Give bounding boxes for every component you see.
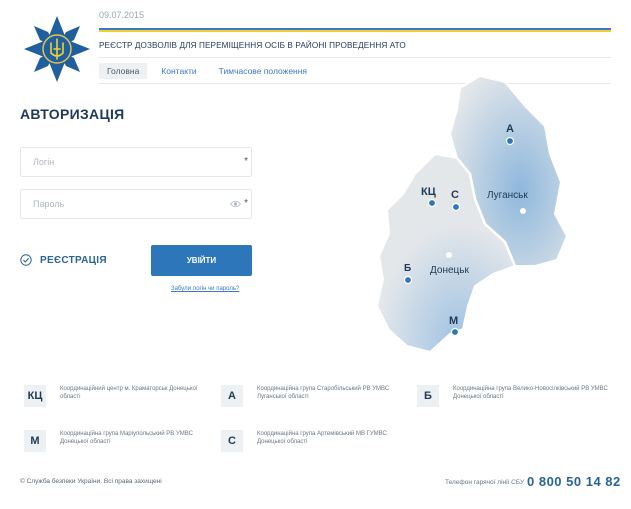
hotline-number[interactable]: 0 800 50 14 82: [527, 474, 621, 489]
map-label-a: А: [506, 123, 514, 135]
map-label-m: М: [449, 315, 458, 327]
legend-code: С: [221, 430, 243, 452]
required-mark: *: [244, 156, 248, 167]
legend-description: Координаційна група Старобільський РВ УМ…: [257, 386, 390, 400]
map-label-c: С: [451, 189, 459, 201]
copyright-text: © Служба безпеки України. Всі права захи…: [20, 478, 162, 485]
map-point-luhansk[interactable]: [520, 208, 526, 214]
password-input[interactable]: [21, 190, 251, 218]
flag-stripe: [99, 28, 611, 32]
main-nav: Головна Контакти Тимчасове положення: [99, 62, 321, 80]
auth-title: АВТОРИЗАЦІЯ: [20, 106, 125, 122]
eye-icon[interactable]: [230, 200, 241, 208]
required-mark: *: [244, 198, 248, 209]
legend-code: А: [221, 385, 243, 407]
page-title: РЕЄСТР ДОЗВОЛІВ ДЛЯ ПЕРЕМІЩЕННЯ ОСІБ В Р…: [99, 41, 406, 50]
legend-item: КЦ Координаційний центр м. Краматорськ Д…: [24, 385, 214, 407]
map-label-b: Б: [404, 263, 411, 274]
sbu-emblem-icon: [24, 16, 90, 82]
legend-item: А Координаційна група Старобільський РВ …: [221, 385, 411, 407]
nav-divider-top: [99, 57, 611, 58]
legend-code: М: [24, 430, 46, 452]
register-link[interactable]: РЕЄСТРАЦІЯ: [20, 254, 107, 266]
legend-code: КЦ: [24, 385, 46, 407]
password-field: *: [20, 189, 252, 219]
hotline-label: Телефон гарячої лінії СБУ: [445, 479, 525, 486]
legend-description: Координаційний центр м. Краматорськ Доне…: [60, 386, 198, 400]
legend-description: Координаційна група Велико-Новосілківськ…: [453, 386, 608, 400]
login-button[interactable]: УВІЙТИ: [151, 245, 252, 276]
map-label-luhansk: Луганськ: [487, 190, 528, 201]
map-point-kc[interactable]: [427, 198, 437, 208]
nav-item-home[interactable]: Головна: [99, 63, 148, 79]
map-label-kc: КЦ: [421, 186, 436, 198]
nav-item-regulations[interactable]: Тимчасове положення: [211, 63, 315, 79]
map-point-b[interactable]: [403, 275, 413, 285]
nav-item-contacts[interactable]: Контакти: [153, 63, 204, 79]
login-input[interactable]: [21, 148, 251, 176]
legend-item: Б Координаційна група Велико-Новосілківс…: [417, 385, 611, 407]
map-point-a[interactable]: [505, 136, 515, 146]
login-field: *: [20, 147, 252, 177]
legend-description: Координаційна група Артемівський МВ ГУМВ…: [257, 431, 387, 445]
legend-description: Координаційна група Маріупольський РВ УМ…: [60, 431, 193, 445]
region-map: А КЦ С Луганськ Б Донецьк М: [375, 74, 569, 354]
check-circle-icon: [20, 254, 32, 266]
map-label-donetsk: Донецьк: [430, 265, 469, 276]
forgot-password-link[interactable]: Забули логін чи пароль?: [171, 286, 239, 292]
legend-code: Б: [417, 385, 439, 407]
map-point-m[interactable]: [450, 327, 460, 337]
header-date: 09.07.2015: [99, 10, 145, 20]
legend-item: С Координаційна група Артемівський МВ ГУ…: [221, 430, 411, 452]
register-label: РЕЄСТРАЦІЯ: [40, 254, 107, 266]
map-point-c[interactable]: [451, 202, 461, 212]
map-point-donetsk[interactable]: [446, 252, 452, 258]
legend-item: М Координаційна група Маріупольський РВ …: [24, 430, 214, 452]
